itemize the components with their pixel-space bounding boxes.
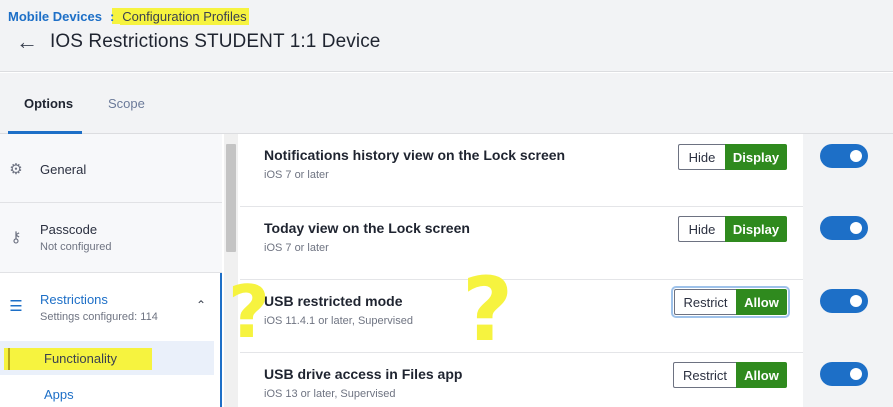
display-option-button[interactable]: Display: [725, 216, 787, 242]
setting-row-usb-drive-access: USB drive access in Files app iOS 13 or …: [240, 353, 803, 407]
sidebar-item-status: Settings configured: 114: [40, 311, 158, 323]
setting-toggle[interactable]: [820, 144, 868, 168]
gear-icon: ⚙: [9, 161, 23, 178]
page-title: IOS Restrictions STUDENT 1:1 Device: [50, 31, 381, 52]
allow-option-button[interactable]: Allow: [736, 362, 787, 388]
subitem-label: Functionality: [44, 351, 117, 366]
hide-display-selector: Hide Display: [678, 144, 787, 170]
restrict-option-button[interactable]: Restrict: [674, 289, 736, 315]
scrollbar-thumb[interactable]: [226, 144, 236, 252]
hide-display-selector: Hide Display: [678, 216, 787, 242]
hide-option-button[interactable]: Hide: [678, 216, 725, 242]
restrict-allow-selector: Restrict Allow: [671, 286, 790, 318]
sidebar-item-label: General: [40, 162, 87, 177]
selection-marker: [8, 348, 10, 370]
setting-requirement: iOS 13 or later, Supervised: [264, 388, 396, 400]
toggle-knob: [850, 368, 862, 380]
toggle-knob: [850, 222, 862, 234]
restrict-allow-selector: Restrict Allow: [673, 362, 787, 388]
hide-option-button[interactable]: Hide: [678, 144, 725, 170]
setting-title: Today view on the Lock screen: [264, 220, 470, 236]
breadcrumb: Mobile Devices : Configuration Profiles: [8, 6, 249, 26]
back-arrow-icon[interactable]: ←: [16, 29, 38, 54]
setting-row-today-view: Today view on the Lock screen iOS 7 or l…: [240, 207, 803, 280]
sidebar-item-status: Not configured: [40, 241, 112, 253]
restrict-option-button[interactable]: Restrict: [673, 362, 736, 388]
list-check-icon: ☰: [9, 298, 23, 315]
sidebar-item-restrictions[interactable]: ☰ Restrictions Settings configured: 114 …: [0, 273, 222, 407]
setting-title: USB drive access in Files app: [264, 366, 463, 382]
sidebar-item-passcode[interactable]: ⚷ Passcode Not configured: [0, 203, 222, 273]
toggle-knob: [850, 150, 862, 162]
sidebar-subitem-functionality[interactable]: Functionality: [0, 341, 214, 375]
setting-toggle[interactable]: [820, 362, 868, 386]
question-mark-annotation: ?: [228, 270, 270, 354]
toggle-knob: [850, 295, 862, 307]
display-option-button[interactable]: Display: [725, 144, 787, 170]
sidebar-item-general[interactable]: ⚙ General: [0, 134, 222, 203]
setting-requirement: iOS 11.4.1 or later, Supervised: [264, 315, 413, 327]
title-row: ← IOS Restrictions STUDENT 1:1 Device: [16, 29, 381, 54]
setting-title: Notifications history view on the Lock s…: [264, 147, 566, 163]
tab-options[interactable]: Options: [24, 96, 73, 111]
breadcrumb-configuration-profiles[interactable]: Configuration Profiles: [120, 7, 249, 25]
sidebar-item-label: Passcode: [40, 222, 98, 237]
setting-row-notifications-history: Notifications history view on the Lock s…: [240, 134, 803, 207]
setting-title: USB restricted mode: [264, 293, 403, 309]
sidebar-subitem-apps[interactable]: Apps: [0, 377, 214, 407]
subitem-label: Apps: [44, 387, 74, 402]
settings-panel: Notifications history view on the Lock s…: [240, 134, 893, 407]
toggle-column: [803, 134, 893, 407]
tab-scope[interactable]: Scope: [108, 96, 145, 111]
key-icon: ⚷: [10, 229, 22, 246]
setting-requirement: iOS 7 or later: [264, 169, 329, 181]
sidebar: ⚙ General ⚷ Passcode Not configured ☰ Re…: [0, 134, 222, 407]
sidebar-item-label: Restrictions: [40, 292, 108, 307]
tab-bar: Options Scope: [0, 73, 893, 134]
setting-toggle[interactable]: [820, 289, 868, 313]
question-mark-annotation: ?: [462, 258, 514, 361]
setting-requirement: iOS 7 or later: [264, 242, 329, 254]
chevron-up-icon[interactable]: ⌃: [196, 298, 206, 312]
page-header: Mobile Devices : Configuration Profiles …: [0, 0, 893, 72]
breadcrumb-separator: :: [109, 8, 115, 24]
allow-option-button[interactable]: Allow: [736, 289, 787, 315]
setting-row-usb-restricted-mode: USB restricted mode iOS 11.4.1 or later,…: [240, 280, 803, 353]
breadcrumb-mobile-devices[interactable]: Mobile Devices: [8, 9, 102, 24]
setting-toggle[interactable]: [820, 216, 868, 240]
